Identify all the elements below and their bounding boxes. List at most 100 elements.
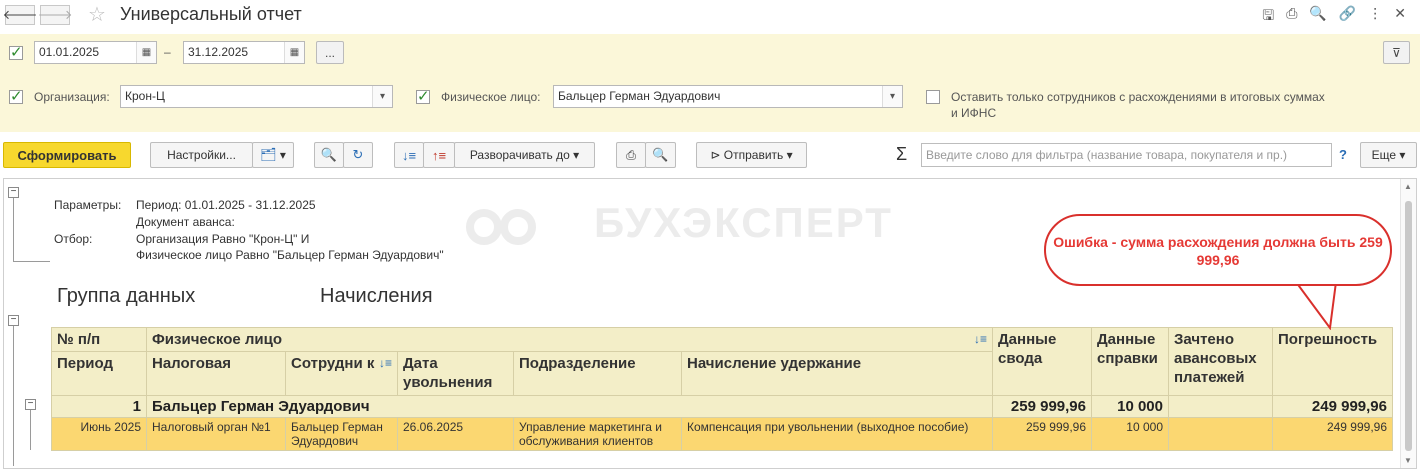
person-value: Бальцер Герман Эдуардович: [558, 89, 721, 103]
date-to-field[interactable]: 31.12.2025 ▦: [183, 41, 305, 64]
expand-to-label: Разворачивать до: [469, 148, 570, 162]
tree-line: [13, 198, 14, 261]
person-field[interactable]: Бальцер Герман Эдуардович ▾: [553, 85, 903, 108]
date-to-value: 31.12.2025: [188, 45, 249, 59]
calendar-icon[interactable]: ▦: [136, 42, 156, 63]
tree-line: [30, 410, 31, 450]
period-checkbox[interactable]: [9, 43, 23, 61]
variants-button[interactable]: 🗂 ▾: [252, 142, 294, 168]
calendar-icon[interactable]: ▦: [284, 42, 304, 63]
report-table: № п/п Физическое лицо ↓≡ Данные свода Да…: [51, 327, 1393, 451]
watermark-logo-icon: [466, 209, 536, 245]
print-button[interactable]: ⎙: [616, 142, 646, 168]
collapse-table-icon[interactable]: −: [8, 315, 19, 326]
period-select-button[interactable]: ...: [316, 41, 344, 64]
sort-desc-button[interactable]: ↑≡: [423, 142, 455, 168]
link-icon[interactable]: 🔗: [1339, 5, 1356, 29]
settings-button[interactable]: Настройки...: [150, 142, 253, 168]
org-checkbox[interactable]: [9, 87, 23, 105]
col-person[interactable]: Физическое лицо ↓≡: [146, 327, 993, 352]
cell-summary: 259 999,96: [992, 395, 1092, 418]
window-title: Универсальный отчет: [120, 4, 302, 24]
col-dismiss[interactable]: Дата увольнения: [397, 351, 514, 396]
close-icon[interactable]: ✕: [1394, 5, 1406, 29]
col-period[interactable]: Период: [51, 351, 147, 396]
col-num[interactable]: № п/п: [51, 327, 147, 352]
forward-icon[interactable]: 🡒: [38, 5, 72, 25]
scroll-down-icon[interactable]: ▼: [1404, 456, 1412, 465]
cell-certificate: 10 000: [1091, 417, 1169, 451]
send-icon: ⊳: [710, 148, 721, 162]
col-certificate[interactable]: Данные справки: [1091, 327, 1169, 396]
preview-icon[interactable]: 🔍: [1309, 5, 1326, 29]
sort-asc-button[interactable]: ↓≡: [394, 142, 424, 168]
date-from-field[interactable]: 01.01.2025 ▦: [34, 41, 157, 64]
collapse-params-icon[interactable]: −: [8, 187, 19, 198]
col-employee[interactable]: ↓≡ Сотрудни к: [285, 351, 398, 396]
help-button[interactable]: ?: [1339, 147, 1347, 162]
preview-button[interactable]: 🔍: [645, 142, 676, 168]
group-row[interactable]: 1 Бальцер Герман Эдуардович 259 999,96 1…: [51, 395, 1393, 418]
filter-input[interactable]: Введите слово для фильтра (название това…: [921, 143, 1332, 167]
chevron-down-icon[interactable]: ▾: [372, 86, 392, 107]
callout-pointer: [1294, 280, 1340, 330]
report-variants-icon: 🗂: [260, 147, 277, 162]
table-header-row: № п/п Физическое лицо ↓≡ Данные свода Да…: [51, 327, 1393, 396]
col-summary[interactable]: Данные свода: [992, 327, 1092, 396]
person-checkbox[interactable]: [416, 87, 430, 105]
back-icon[interactable]: 🡐: [3, 5, 37, 25]
filter-settings-icon[interactable]: ⊽: [1383, 41, 1410, 64]
chevron-down-icon[interactable]: ▾: [882, 86, 902, 107]
col-advance[interactable]: Зачтено авансовых платежей: [1168, 327, 1273, 396]
sum-icon[interactable]: Σ: [896, 144, 907, 165]
vertical-scrollbar[interactable]: ▲ ▼: [1400, 179, 1416, 468]
more-button[interactable]: Еще ▾: [1360, 142, 1417, 168]
collapse-group-icon[interactable]: −: [25, 399, 36, 410]
search-icon: 🔍: [320, 147, 338, 162]
error-callout: Ошибка - сумма расхождения должна быть 2…: [1044, 214, 1392, 286]
params-panel: 01.01.2025 ▦ – 31.12.2025 ▦ ... ⊽ Органи…: [0, 34, 1420, 132]
advance-text: Документ аванса:: [136, 215, 235, 229]
org-label: Организация:: [34, 90, 110, 104]
save-icon[interactable]: 🖫: [1262, 5, 1274, 29]
org-field[interactable]: Крон-Ц ▾: [120, 85, 393, 108]
only-diff-label: Оставить только сотрудников с расхождени…: [951, 90, 1325, 120]
org-value: Крон-Ц: [125, 89, 165, 103]
col-tax[interactable]: Налоговая: [146, 351, 286, 396]
col-accrual[interactable]: Начисление удержание: [681, 351, 993, 396]
search-button[interactable]: 🔍: [314, 142, 344, 168]
col-person-label: Физическое лицо: [152, 331, 283, 348]
tree-line: [13, 261, 50, 262]
filter-label: Отбор:: [54, 232, 93, 246]
cell-employee: Бальцер Герман Эдуардович: [285, 417, 398, 451]
detail-row[interactable]: Июнь 2025 Налоговый орган №1 Бальцер Гер…: [51, 417, 1393, 451]
cell-dept: Управление маркетинга и обслуживания кли…: [513, 417, 682, 451]
sort-asc-icon: ↓≡: [401, 147, 417, 163]
more-actions-icon[interactable]: ⋮: [1368, 5, 1382, 29]
favorite-star-icon[interactable]: ☆: [88, 2, 106, 27]
send-button[interactable]: ⊳ Отправить ▾: [696, 142, 807, 168]
more-label: Еще: [1371, 148, 1397, 162]
cell-advance: [1168, 417, 1273, 451]
col-error[interactable]: Погрешность: [1272, 327, 1393, 396]
scroll-up-icon[interactable]: ▲: [1404, 182, 1412, 191]
cell-dismiss: 26.06.2025: [397, 417, 514, 451]
cell-accrual: Компенсация при увольнении (выходное пос…: [681, 417, 993, 451]
title-bar: 🡐 🡒 ☆ Универсальный отчет 🖫 ⎙ 🔍 🔗 ⋮ ✕: [0, 0, 1420, 30]
person-label: Физическое лицо:: [441, 90, 541, 104]
sort-icon: ↓≡: [378, 356, 392, 370]
watermark-text: БУХЭКСПЕРТ: [594, 199, 893, 246]
generate-button[interactable]: Сформировать: [3, 142, 131, 168]
tree-line: [13, 326, 14, 466]
expand-to-button[interactable]: Разворачивать до ▾: [454, 142, 595, 168]
scroll-thumb[interactable]: [1405, 201, 1412, 451]
print-icon[interactable]: ⎙: [1286, 5, 1297, 29]
search-next-button[interactable]: ↻: [343, 142, 373, 168]
cell-error: 249 999,96: [1272, 417, 1393, 451]
preview-icon: 🔍: [652, 147, 669, 162]
col-dept[interactable]: Подразделение: [513, 351, 682, 396]
cell-num: 1: [51, 395, 147, 418]
only-diff-checkbox[interactable]: [926, 90, 940, 104]
sort-icon: ↓≡: [973, 332, 987, 346]
cell-advance: [1168, 395, 1273, 418]
